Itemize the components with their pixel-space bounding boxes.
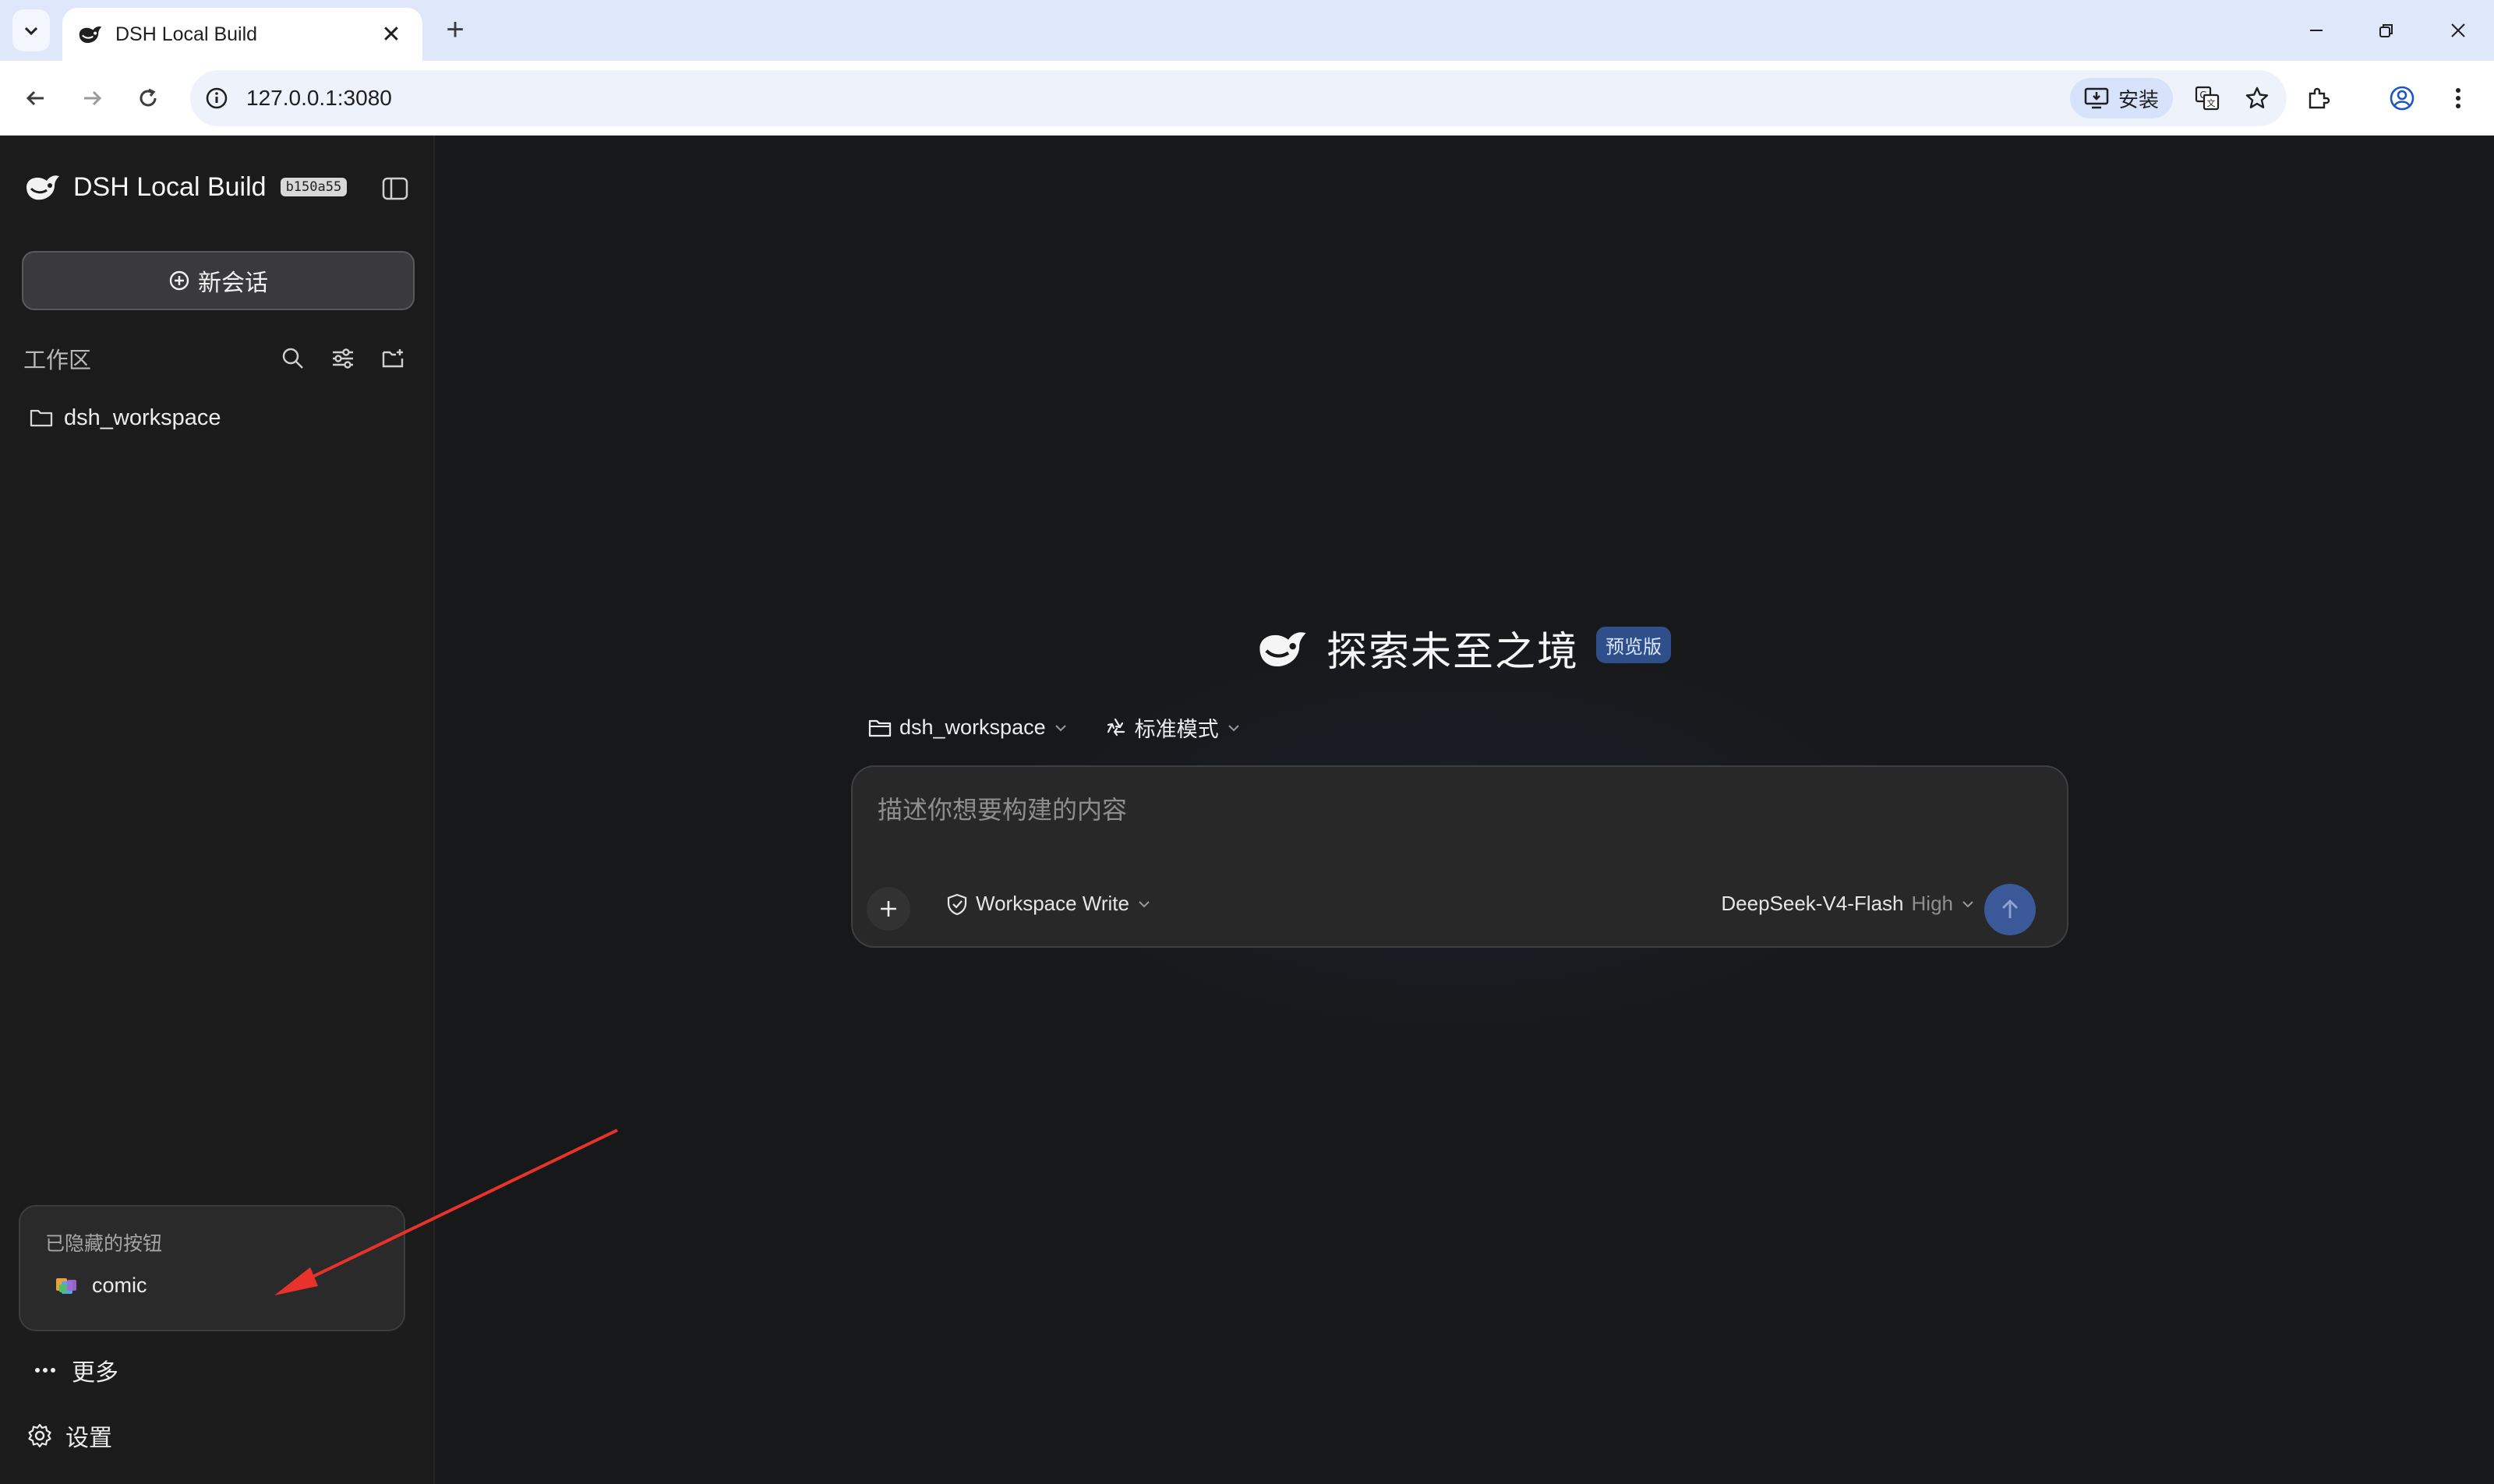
workspace-selector-label: dsh_workspace — [899, 716, 1046, 739]
hero-heading: 探索未至之境 预览版 — [1255, 619, 1672, 677]
recycle-mode-icon — [1107, 718, 1125, 736]
brand: DSH Local Build b150a55 — [23, 170, 348, 204]
collapse-sidebar-button[interactable] — [377, 173, 413, 204]
comic-app-icon — [56, 1277, 76, 1294]
back-button[interactable] — [16, 78, 56, 118]
search-workspace-button[interactable] — [273, 338, 313, 379]
reload-icon — [140, 88, 157, 107]
browser-tab-strip: DSH Local Build ✕ + — [0, 0, 2494, 61]
install-monitor-icon — [2084, 87, 2109, 109]
arrow-up-icon — [2002, 899, 2018, 918]
new-chat-button[interactable]: 新会话 — [22, 251, 415, 310]
whale-logo-icon — [26, 175, 59, 200]
reload-button[interactable] — [128, 78, 168, 118]
model-name: DeepSeek-V4-Flash — [1721, 892, 1904, 915]
sidebar-toggle-icon — [382, 177, 408, 200]
chevron-down-icon — [1139, 900, 1150, 907]
build-hash-badge: b150a55 — [280, 178, 348, 196]
main-area: 探索未至之境 预览版 dsh_workspace 标准模式 描述你想要构建的内容… — [436, 136, 2494, 1484]
workspace-folder-label: dsh_workspace — [64, 405, 221, 430]
url-text[interactable]: 127.0.0.1:3080 — [246, 86, 2070, 111]
prompt-composer: 描述你想要构建的内容 Workspace Write DeepSeek-V4-F… — [851, 765, 2068, 948]
whale-logo-icon — [75, 19, 106, 50]
minimize-window-button[interactable] — [2293, 11, 2340, 50]
tab-search-button[interactable] — [12, 9, 50, 51]
hidden-button-item-comic[interactable]: comic — [55, 1274, 147, 1298]
workspace-selector[interactable]: dsh_workspace — [868, 716, 1068, 740]
ellipsis-icon — [35, 1368, 55, 1373]
model-effort: High — [1911, 892, 1953, 915]
forward-button[interactable] — [72, 78, 112, 118]
plus-icon — [881, 901, 896, 917]
mode-selector-label: 标准模式 — [1134, 718, 1219, 741]
context-selectors: dsh_workspace 标准模式 — [868, 712, 1241, 743]
chevron-down-icon — [1054, 724, 1066, 731]
workspace-section-header: 工作区 — [23, 338, 413, 379]
browser-toolbar: 127.0.0.1:3080 安装 G文 — [0, 61, 2494, 136]
workspace-section-label: 工作区 — [23, 348, 92, 373]
sliders-icon — [333, 348, 353, 369]
model-selector[interactable]: DeepSeek-V4-Flash High — [1721, 892, 1975, 916]
profile-icon — [2390, 86, 2415, 111]
arrow-right-icon — [84, 90, 102, 106]
send-button[interactable] — [1984, 884, 2036, 935]
plus-circle-icon — [169, 270, 189, 291]
folder-icon — [868, 719, 892, 737]
restore-icon — [2379, 24, 2393, 37]
add-workspace-button[interactable] — [373, 338, 413, 379]
profile-button[interactable] — [2382, 78, 2422, 118]
puzzle-icon — [2309, 87, 2330, 109]
more-label: 更多 — [72, 1360, 118, 1386]
chevron-down-icon — [1228, 724, 1239, 731]
shield-check-icon — [947, 893, 967, 915]
new-tab-button[interactable]: + — [436, 11, 474, 48]
close-window-button[interactable] — [2435, 11, 2482, 50]
filter-workspace-button[interactable] — [323, 338, 363, 379]
install-app-button[interactable]: 安装 — [2069, 78, 2173, 118]
hidden-button-label: comic — [92, 1274, 147, 1297]
gear-icon — [28, 1423, 51, 1448]
kebab-menu-icon — [2456, 88, 2460, 108]
hidden-buttons-title: 已隐藏的按钮 — [45, 1233, 163, 1255]
preview-badge: 预览版 — [1596, 627, 1672, 663]
hidden-buttons-panel: 已隐藏的按钮 comic — [19, 1205, 405, 1331]
settings-label: 设置 — [65, 1426, 112, 1451]
attach-button[interactable] — [867, 887, 910, 931]
translate-icon[interactable]: G文 — [2187, 78, 2227, 118]
chevron-down-icon — [1962, 900, 1973, 907]
svg-text:文: 文 — [2207, 97, 2216, 108]
brand-name: DSH Local Build — [73, 171, 267, 202]
permission-selector[interactable]: Workspace Write — [946, 892, 1151, 916]
browser-tab[interactable]: DSH Local Build ✕ — [62, 8, 422, 61]
folder-icon — [30, 409, 53, 427]
install-label: 安装 — [2118, 87, 2159, 111]
site-info-icon[interactable] — [201, 83, 232, 114]
tab-close-icon[interactable]: ✕ — [376, 19, 407, 50]
bookmark-star-icon[interactable] — [2237, 78, 2277, 118]
workspace-folder-item[interactable]: dsh_workspace — [30, 398, 221, 438]
address-bar[interactable]: 127.0.0.1:3080 安装 G文 — [190, 70, 2287, 126]
search-icon — [282, 348, 303, 369]
hero-title: 探索未至之境 — [1326, 630, 1580, 675]
arrow-left-icon — [26, 90, 44, 106]
mode-selector[interactable]: 标准模式 — [1104, 712, 1241, 743]
chevron-down-icon — [24, 26, 38, 36]
restore-window-button[interactable] — [2363, 11, 2410, 50]
permission-selector-label: Workspace Write — [976, 892, 1129, 915]
whale-logo-icon — [1259, 631, 1306, 666]
prompt-input[interactable]: 描述你想要构建的内容 — [878, 790, 1127, 826]
folder-plus-icon — [382, 349, 404, 368]
tab-title: DSH Local Build — [115, 23, 258, 45]
new-chat-label: 新会话 — [198, 270, 268, 296]
settings-button[interactable]: 设置 — [26, 1419, 112, 1453]
minimize-icon — [2310, 30, 2323, 31]
sidebar: DSH Local Build b150a55 新会话 工作区 dsh_work… — [0, 136, 435, 1484]
close-icon — [2451, 23, 2465, 37]
browser-menu-button[interactable] — [2438, 78, 2478, 118]
more-menu-button[interactable]: 更多 — [34, 1353, 118, 1387]
extensions-button[interactable] — [2298, 78, 2338, 118]
